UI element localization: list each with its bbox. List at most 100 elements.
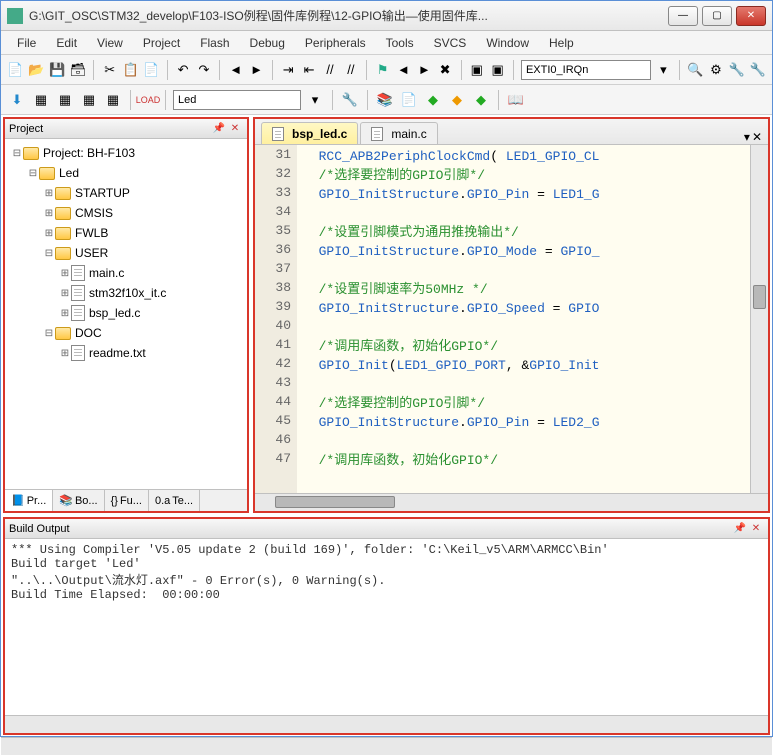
folder-icon (55, 327, 71, 340)
pack-installer-icon[interactable]: ◆ (471, 90, 491, 110)
close-button[interactable]: ✕ (736, 6, 766, 26)
project-tab-3[interactable]: 0.aTe... (149, 490, 200, 511)
scroll-thumb[interactable] (753, 285, 766, 309)
paste-icon[interactable]: 📄 (143, 60, 160, 80)
cut-icon[interactable]: ✂ (101, 60, 118, 80)
doc-tab-main-c[interactable]: main.c (360, 122, 437, 144)
translate-icon[interactable]: ⬇ (7, 90, 27, 110)
new-icon[interactable]: 📄 (7, 60, 24, 80)
indent-icon[interactable]: ⇥ (280, 60, 297, 80)
folder-icon (55, 247, 71, 260)
tree-group-user[interactable]: ⊟USER (7, 243, 245, 263)
tree-group-startup[interactable]: ⊞STARTUP (7, 183, 245, 203)
scroll-thumb[interactable] (275, 496, 395, 508)
redo-icon[interactable]: ↷ (196, 60, 213, 80)
output-pin-icon[interactable]: 📌 (732, 522, 748, 536)
tree-file-readme-txt[interactable]: ⊞readme.txt (7, 343, 245, 363)
tree-group-cmsis[interactable]: ⊞CMSIS (7, 203, 245, 223)
project-tree[interactable]: ⊟Project: BH-F103⊟Led⊞STARTUP⊞CMSIS⊞FWLB… (5, 139, 247, 489)
bookmark-flag-icon[interactable]: ⚑ (374, 60, 391, 80)
bookmark-next-icon[interactable]: ► (416, 60, 433, 80)
wrench-icon[interactable]: 🔧 (728, 60, 745, 80)
manage-books-icon[interactable]: 📚 (375, 90, 395, 110)
tree-file-main-c[interactable]: ⊞main.c (7, 263, 245, 283)
wrench2-icon[interactable]: 🔧 (749, 60, 766, 80)
project-tab-0[interactable]: 📘Pr... (5, 490, 53, 511)
menu-window[interactable]: Window (478, 34, 537, 52)
debug-red-icon[interactable]: 🔍 (687, 60, 704, 80)
save-all-icon[interactable]: 🗃 (70, 60, 87, 80)
save-icon[interactable]: 💾 (49, 60, 66, 80)
select-packs-icon[interactable]: ◆ (447, 90, 467, 110)
separator (367, 90, 368, 110)
menu-debug[interactable]: Debug (242, 34, 293, 52)
panel-close-icon[interactable]: ✕ (227, 122, 243, 136)
prev-icon[interactable]: ◄ (227, 60, 244, 80)
next-icon[interactable]: ► (248, 60, 265, 80)
target-combo[interactable] (173, 90, 301, 110)
menu-edit[interactable]: Edit (48, 34, 85, 52)
copy-icon[interactable]: 📋 (122, 60, 139, 80)
bookmark-prev-icon[interactable]: ◄ (395, 60, 412, 80)
output-horizontal-scrollbar[interactable] (5, 715, 768, 733)
menu-file[interactable]: File (9, 34, 44, 52)
editor-dropdown-icon[interactable]: ▾ (744, 130, 750, 144)
menu-flash[interactable]: Flash (192, 34, 237, 52)
folder-icon (39, 167, 55, 180)
download-icon[interactable]: LOAD (138, 90, 158, 110)
project-tab-1[interactable]: 📚Bo... (53, 490, 104, 511)
pin-icon[interactable]: 📌 (211, 122, 227, 136)
separator (165, 90, 166, 110)
project-title: Project (9, 123, 43, 135)
undo-icon[interactable]: ↶ (175, 60, 192, 80)
tree-file-bsp_led-c[interactable]: ⊞bsp_led.c (7, 303, 245, 323)
menu-view[interactable]: View (89, 34, 131, 52)
vertical-scrollbar[interactable] (750, 145, 768, 493)
menu-project[interactable]: Project (135, 34, 188, 52)
editor-panel: bsp_led.cmain.c ▾ ✕ 31323334353637383940… (253, 117, 770, 513)
open-icon[interactable]: 📂 (28, 60, 45, 80)
comment-icon[interactable]: // (322, 60, 339, 80)
editor-close-icon[interactable]: ✕ (752, 130, 762, 144)
code-lines[interactable]: RCC_APB2PeriphClockCmd( LED1_GPIO_CL /*选… (297, 145, 750, 493)
bookmark-clear-icon[interactable]: ✖ (437, 60, 454, 80)
output-text[interactable]: *** Using Compiler 'V5.05 update 2 (buil… (5, 539, 768, 715)
menu-peripherals[interactable]: Peripherals (297, 34, 374, 52)
window2-icon[interactable]: ▣ (489, 60, 506, 80)
config-icon[interactable]: ⚙ (708, 60, 725, 80)
doc-tab-bsp_led-c[interactable]: bsp_led.c (261, 122, 358, 144)
file-ext-icon[interactable]: 📄 (399, 90, 419, 110)
output-header: Build Output 📌 ✕ (5, 519, 768, 539)
tree-group-doc[interactable]: ⊟DOC (7, 323, 245, 343)
dropdown-icon[interactable]: ▾ (655, 60, 672, 80)
bottom-scrollbar[interactable] (1, 737, 772, 755)
separator (272, 60, 273, 80)
tree-project-root[interactable]: ⊟Project: BH-F103 (7, 143, 245, 163)
output-close-icon[interactable]: ✕ (748, 522, 764, 536)
unindent-icon[interactable]: ⇤ (301, 60, 318, 80)
menu-svcs[interactable]: SVCS (426, 34, 475, 52)
manage-components-icon[interactable]: ◆ (423, 90, 443, 110)
maximize-button[interactable]: ▢ (702, 6, 732, 26)
menu-tools[interactable]: Tools (378, 34, 422, 52)
uncomment-icon[interactable]: // (342, 60, 359, 80)
menu-help[interactable]: Help (541, 34, 582, 52)
target-dropdown-icon[interactable]: ▾ (305, 90, 325, 110)
minimize-button[interactable]: — (668, 6, 698, 26)
batch-build-icon[interactable]: ▦ (103, 90, 123, 110)
build-all-icon[interactable]: ▦ (79, 90, 99, 110)
folder-icon (55, 227, 71, 240)
build-target-icon[interactable]: ▦ (55, 90, 75, 110)
file-icon (71, 345, 85, 361)
code-area: 3132333435363738394041424344454647 RCC_A… (255, 145, 768, 493)
project-tab-2[interactable]: {}Fu... (105, 490, 149, 511)
find-combo[interactable] (521, 60, 651, 80)
tree-group-fwlb[interactable]: ⊞FWLB (7, 223, 245, 243)
books-icon[interactable]: 📖 (506, 90, 526, 110)
build-icon[interactable]: ▦ (31, 90, 51, 110)
tree-file-stm32f10x_it-c[interactable]: ⊞stm32f10x_it.c (7, 283, 245, 303)
options-icon[interactable]: 🔧 (340, 90, 360, 110)
window-icon[interactable]: ▣ (468, 60, 485, 80)
tree-target[interactable]: ⊟Led (7, 163, 245, 183)
editor-horizontal-scrollbar[interactable] (255, 493, 768, 511)
